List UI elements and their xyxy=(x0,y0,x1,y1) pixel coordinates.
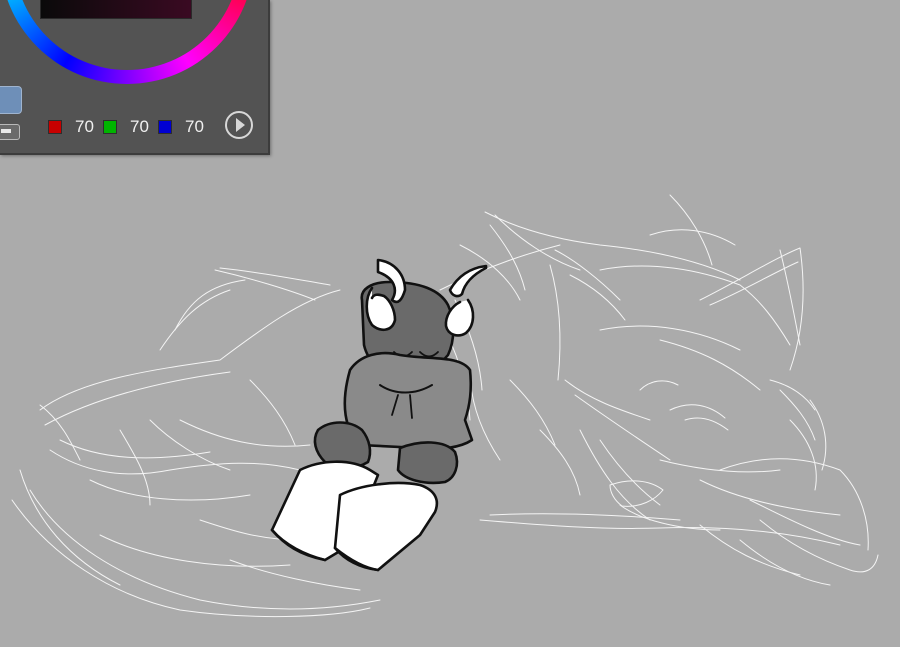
red-swatch-icon xyxy=(48,120,62,134)
character-sketch xyxy=(270,258,488,572)
saturation-value-square[interactable] xyxy=(40,0,192,19)
green-channel: 70 xyxy=(103,117,149,137)
green-swatch-icon xyxy=(103,120,117,134)
red-channel: 70 xyxy=(48,117,94,137)
color-swatch-button[interactable] xyxy=(0,86,22,114)
blue-value[interactable]: 70 xyxy=(185,117,204,137)
green-value[interactable]: 70 xyxy=(130,117,149,137)
play-icon[interactable] xyxy=(225,111,253,139)
blue-swatch-icon xyxy=(158,120,172,134)
blue-channel: 70 xyxy=(158,117,204,137)
red-value[interactable]: 70 xyxy=(75,117,94,137)
color-panel: 70 70 70 xyxy=(0,0,270,155)
swap-icon[interactable] xyxy=(0,124,20,140)
